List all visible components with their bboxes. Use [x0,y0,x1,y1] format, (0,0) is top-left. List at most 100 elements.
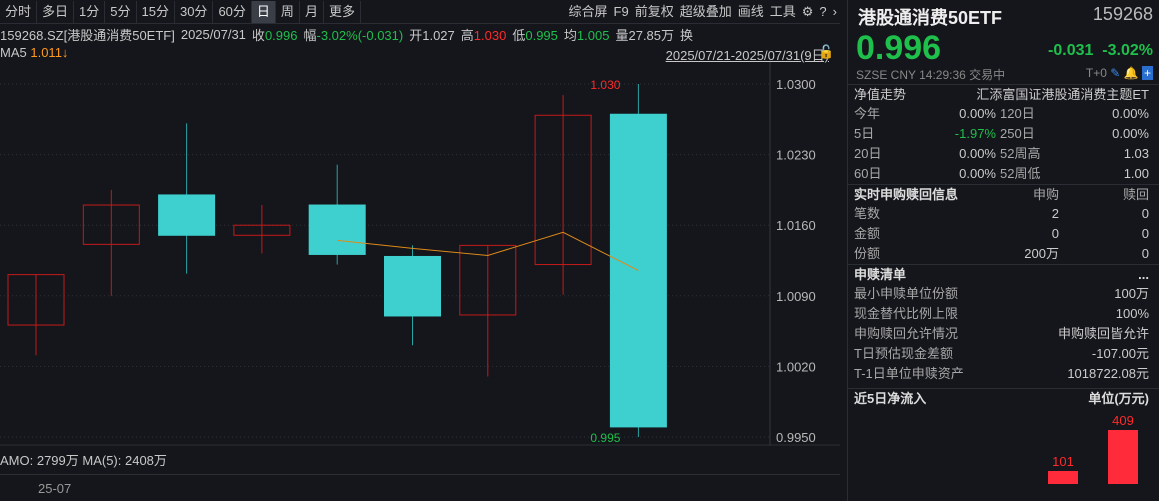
perf-label: 今年 [854,106,881,121]
chevron-right-icon[interactable]: › [830,1,840,23]
add-icon[interactable]: + [1141,66,1153,80]
redeem-value: 0 [1141,246,1149,261]
perf-label: 60日 [854,166,882,181]
row-label: 现金替代比例上限 [854,306,959,321]
help-icon[interactable]: ? [816,1,829,23]
net-inflow-label: 409 [1112,413,1134,428]
price-change: -0.031 [1048,42,1094,59]
subscription-title: 实时申购赎回信息 [854,187,959,202]
period-tab[interactable]: 日 [251,0,276,23]
security-code: 159268.SZ[港股通消费50ETF] [0,27,175,43]
perf-label: 52周低 [1000,166,1041,181]
subscription-row: 份额 200万 0 [848,244,1159,264]
low-label: 低 [512,27,526,43]
date: 2025/07/31 [180,26,246,42]
ma-legend: MA5 1.011↓ [0,45,300,63]
toolbar-button[interactable]: F9 [611,1,632,23]
perf-label: 52周高 [1000,146,1041,161]
subscription-row: 金额 0 0 [848,224,1159,244]
open-value: 1.027 [422,27,455,43]
avg-value: 1.005 [576,27,610,43]
row-label: 申购赎回允许情况 [854,326,959,341]
row-label: T日预估现金差额 [854,346,953,361]
change-value: -3.02%(-0.031) [316,27,404,43]
perf-label: 120日 [1000,106,1035,121]
row-value: -107.00元 [1091,346,1149,361]
date-axis: 25-07 [0,474,840,501]
ma5-label: MA5 [0,45,27,60]
lock-icon[interactable]: 🔓 [818,44,834,60]
period-tab[interactable]: 60分 [213,0,252,23]
net-inflow-label: 101 [1052,453,1074,469]
perf-row: 60日 0.00% 52周低 1.00 [848,164,1159,184]
toolbar-button[interactable]: 工具 [767,1,799,23]
low-value: 0.995 [525,27,558,43]
subscribe-header: 申购 [1032,187,1059,202]
period-tab[interactable]: 周 [276,0,300,23]
t0-label: T+0 [1085,66,1107,80]
row-label: 份额 [854,246,881,261]
high-value: 1.030 [473,27,507,43]
edit-icon[interactable]: ✎ [1110,66,1120,80]
subscribe-value: 0 [1051,226,1059,241]
toolbar-button[interactable]: 画线 [735,1,767,23]
more-button[interactable]: ... [1138,265,1149,284]
perf-row: 20日 0.00% 52周高 1.03 [848,144,1159,164]
creation-list-row: 最小申赎单位份额 100万 [848,284,1159,304]
period-tab[interactable]: 多日 [37,0,75,23]
y-tick-label: 0.9950 [776,430,816,445]
fund-name: 汇添富国证港股通消费主题ET [976,87,1149,102]
quote-info-bar: 159268.SZ[港股通消费50ETF] 2025/07/31 收0.996 … [0,25,840,43]
creation-list-row: 申购赎回允许情况 申购赎回皆允许 [848,324,1159,344]
amo-legend: AMO: 2799万 MA(5): 2408万 [0,453,167,468]
y-tick-label: 1.0160 [776,218,816,233]
perf-value: -1.97% [954,126,996,141]
toolbar-button[interactable]: 超级叠加 [677,1,735,23]
period-tab[interactable]: 月 [300,0,324,23]
net-inflow-unit: 单位(万元) [1088,391,1149,406]
period-toolbar: 分时 多日 1分 5分 15分 30分 60分日周月更多 综合屏 F9 前复权 超级叠加 画线 工具 … [0,0,840,24]
period-tab[interactable]: 15分 [137,0,175,23]
candle-body [158,194,216,236]
perf-value: 0.00% [1112,126,1149,141]
row-label: T-1日单位申赎资产 [854,366,964,381]
last-price: 0.996 [856,29,942,67]
net-inflow-bar [1108,430,1138,484]
toolbar-button[interactable]: 前复权 [632,1,677,23]
perf-value: 0.00% [959,106,996,121]
y-tick-label: 1.0020 [776,359,816,374]
volume-value: 27.85万 [628,27,675,43]
perf-label: 20日 [854,146,882,161]
period-tab[interactable]: 30分 [175,0,214,23]
price-change-pct: -3.02% [1102,42,1153,59]
high-label: 高 [460,27,474,43]
row-value: 申购赎回皆允许 [1057,326,1149,341]
toolbar-button[interactable]: 综合屏 [566,1,611,23]
nav-title: 净值走势 [854,87,907,102]
creation-list-row: 现金替代比例上限 100% [848,304,1159,324]
kline-chart[interactable]: 1.0300 1.0230 1.0160 1.0090 1.0020 0.9950 1.03… [0,62,840,446]
open-label: 开 [409,27,423,43]
alert-bell-icon[interactable]: 🔔 [1124,66,1139,80]
quote-side-panel: 港股通消费50ETF 159268 0.996 -0.031 -3.02% SZ… [847,0,1159,501]
perf-value: 1.00 [1123,166,1149,181]
perf-label: 250日 [1000,126,1035,141]
perf-value: 0.00% [959,146,996,161]
row-label: 最小申赎单位份额 [854,286,959,301]
creation-list-row: T日预估现金差额 -107.00元 [848,344,1159,364]
market-meta: SZSE CNY 14:29:36 交易中 [856,68,1006,82]
perf-value: 0.00% [959,166,996,181]
settings-gear-icon[interactable]: ⚙ [799,1,817,23]
security-name: 港股通消费50ETF [858,8,1003,28]
period-tab[interactable]: 分时 [0,0,38,23]
avg-label: 均 [563,27,577,43]
period-tab[interactable]: 更多 [324,0,361,23]
redeem-header: 赎回 [1122,187,1149,202]
period-tab[interactable]: 1分 [74,0,106,23]
redeem-value: 0 [1141,206,1149,221]
period-tab[interactable]: 5分 [105,0,137,23]
perf-value: 1.03 [1123,146,1149,161]
volume-label: 量 [615,27,629,43]
net-inflow-bar [1048,470,1078,484]
row-value: 100万 [1114,286,1149,301]
